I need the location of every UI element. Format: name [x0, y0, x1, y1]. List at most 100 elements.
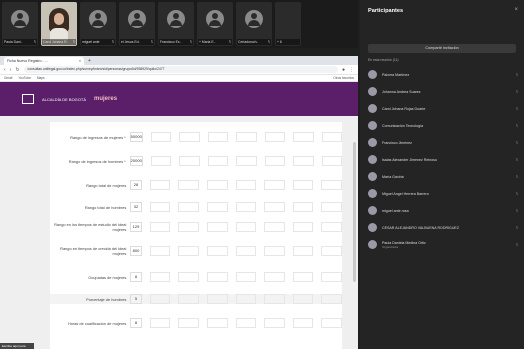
row-value-input[interactable]: 129	[130, 222, 142, 232]
row-cell-input[interactable]	[235, 294, 257, 304]
participant-item[interactable]: Johanna Andrea Suarez ⌇	[368, 83, 518, 100]
participant-item[interactable]: Francisco Jiménez ⌇	[368, 134, 518, 151]
row-cell-input[interactable]	[264, 318, 285, 328]
row-cell-input[interactable]	[149, 272, 171, 282]
video-tile[interactable]: + 6	[275, 2, 301, 46]
row-cell-input[interactable]	[206, 294, 228, 304]
row-cell-input[interactable]	[236, 156, 257, 166]
row-cell-input[interactable]	[149, 294, 171, 304]
participant-item[interactable]: CESAR ALEJANDRO VALBUENA RODRIGUEZ ⌇	[368, 219, 518, 236]
row-value-input[interactable]: 32	[130, 202, 142, 212]
row-cell-input[interactable]	[292, 294, 314, 304]
bookmark-gmail[interactable]: Gmail	[4, 76, 12, 80]
row-cell-input[interactable]	[321, 246, 343, 256]
share-invite-button[interactable]: Compartir invitación	[368, 44, 516, 53]
row-cell-input[interactable]	[321, 294, 343, 304]
row-value-input[interactable]: 8	[130, 318, 142, 328]
row-cell-input[interactable]	[293, 156, 314, 166]
row-cell-input[interactable]	[236, 132, 257, 142]
row-cell-input[interactable]	[178, 180, 199, 190]
row-cell-input[interactable]	[178, 294, 199, 304]
row-value-input[interactable]: 800	[130, 246, 142, 256]
browser-tab[interactable]: Ficha Nuevo Registro - ... ×	[4, 57, 84, 65]
row-cell-input[interactable]	[264, 180, 285, 190]
row-cell-input[interactable]	[235, 318, 257, 328]
close-tab-icon[interactable]: ×	[79, 59, 81, 63]
row-cell-input[interactable]	[206, 318, 228, 328]
bookmark-maps[interactable]: Maps	[37, 76, 45, 80]
row-cell-input[interactable]	[292, 180, 314, 190]
back-icon[interactable]: ‹	[4, 67, 6, 73]
row-cell-input[interactable]	[264, 222, 285, 232]
row-cell-input[interactable]	[150, 132, 172, 142]
row-cell-input[interactable]	[178, 246, 199, 256]
row-cell-input[interactable]	[179, 156, 200, 166]
row-cell-input[interactable]	[292, 202, 314, 212]
row-cell-input[interactable]	[292, 318, 314, 328]
video-tile[interactable]: Francisco Es.. ⌇	[158, 2, 194, 46]
participant-item[interactable]: Isaias Alexander Jimenez Reinoso ⌇	[368, 151, 518, 168]
row-cell-input[interactable]	[178, 202, 199, 212]
row-cell-input[interactable]	[292, 246, 314, 256]
row-cell-input[interactable]	[207, 132, 229, 142]
row-cell-input[interactable]	[206, 222, 228, 232]
taskbar-search[interactable]: Escribe aquí para buscar	[0, 343, 34, 349]
row-cell-input[interactable]	[179, 132, 200, 142]
video-tile[interactable]: Carol Johana R.. ⌇	[41, 2, 77, 46]
participant-item[interactable]: miguel ante rosa ⌇	[368, 202, 518, 219]
row-cell-input[interactable]	[150, 156, 172, 166]
page-scrollbar[interactable]	[353, 142, 356, 282]
row-cell-input[interactable]	[207, 156, 229, 166]
row-value-input[interactable]: 8	[130, 272, 142, 282]
row-cell-input[interactable]	[149, 222, 171, 232]
video-tile[interactable]: + Maria E.. ⌇	[197, 2, 233, 46]
row-cell-input[interactable]	[321, 222, 343, 232]
row-cell-input[interactable]	[235, 222, 257, 232]
row-cell-input[interactable]	[178, 318, 199, 328]
row-cell-input[interactable]	[264, 272, 285, 282]
row-cell-input[interactable]	[235, 180, 257, 190]
row-cell-input[interactable]	[321, 156, 342, 166]
row-cell-input[interactable]	[292, 222, 314, 232]
participant-item[interactable]: Carol Johana Rojas Duarte ⌇	[368, 100, 518, 117]
url-field[interactable]: consultas.unillegal.gov.co/index.php/sur…	[23, 66, 338, 73]
row-cell-input[interactable]	[321, 318, 343, 328]
row-cell-input[interactable]	[149, 246, 171, 256]
row-cell-input[interactable]	[321, 180, 343, 190]
row-cell-input[interactable]	[206, 246, 228, 256]
row-cell-input[interactable]	[178, 272, 199, 282]
row-cell-input[interactable]	[321, 132, 342, 142]
forward-icon[interactable]: ›	[10, 67, 12, 73]
row-cell-input[interactable]	[149, 318, 171, 328]
row-cell-input[interactable]	[235, 272, 257, 282]
bookmark-youtube[interactable]: YouTube	[18, 76, 31, 80]
row-value-input[interactable]: 28	[130, 180, 142, 190]
row-value-input[interactable]: 50000	[129, 132, 143, 142]
participant-item[interactable]: Comunicación Tecnología ⌇	[368, 117, 518, 134]
row-cell-input[interactable]	[264, 202, 285, 212]
row-cell-input[interactable]	[206, 272, 228, 282]
row-cell-input[interactable]	[264, 132, 286, 142]
row-value-input[interactable]: 20000	[129, 156, 143, 166]
participant-item[interactable]: Paula Daniela Medina Ortiz Organizador ⌇	[368, 236, 518, 253]
reload-icon[interactable]: ↻	[15, 67, 19, 73]
participant-item[interactable]: María Gaviria ⌇	[368, 168, 518, 185]
participant-item[interactable]: Miguel Angel Herrera Barrero ⌇	[368, 185, 518, 202]
row-cell-input[interactable]	[321, 202, 343, 212]
profile-icon[interactable]: ●	[342, 67, 345, 73]
row-cell-input[interactable]	[235, 246, 257, 256]
participant-item[interactable]: Paloma Martínez ⌇	[368, 66, 518, 83]
row-cell-input[interactable]	[321, 272, 343, 282]
row-cell-input[interactable]	[178, 222, 199, 232]
other-bookmarks[interactable]: Otros favoritos	[333, 76, 354, 80]
row-cell-input[interactable]	[149, 180, 171, 190]
new-tab-icon[interactable]: +	[88, 57, 91, 65]
row-cell-input[interactable]	[293, 132, 314, 142]
row-cell-input[interactable]	[264, 246, 285, 256]
row-cell-input[interactable]	[264, 294, 285, 304]
video-tile[interactable]: el Jesus Ed.. ⌇	[119, 2, 155, 46]
row-cell-input[interactable]	[206, 180, 228, 190]
row-cell-input[interactable]	[235, 202, 257, 212]
video-tile[interactable]: Ceriaduroch.. ⌇	[236, 2, 272, 46]
row-value-input[interactable]: 5	[130, 294, 142, 304]
